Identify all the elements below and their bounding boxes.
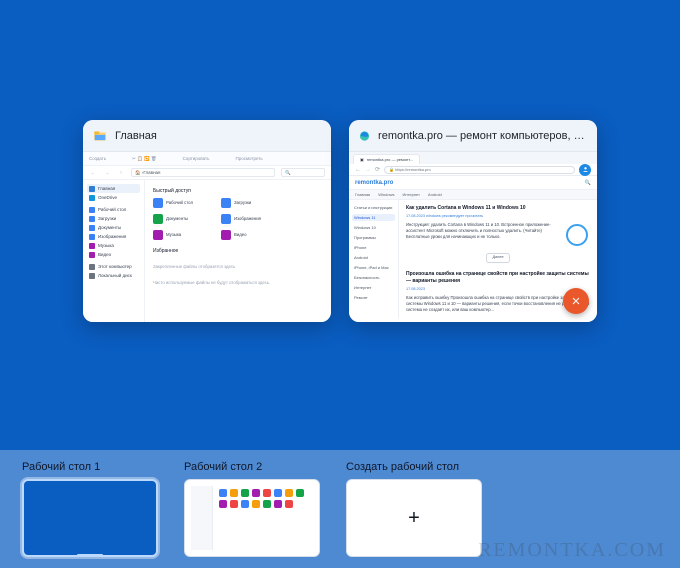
profile-icon[interactable] [579, 164, 591, 176]
toolbar-sort[interactable]: Сортировать [183, 156, 210, 161]
toolbar-new[interactable]: Создать [89, 156, 106, 161]
sidebar-item[interactable]: Этот компьютер [87, 262, 140, 271]
site-nav: Главная Windows Интернет Android [349, 190, 597, 200]
vd-thumbnail-new[interactable]: + [346, 479, 482, 557]
search-icon[interactable]: 🔍 [585, 180, 591, 186]
site-side-item[interactable]: Безопасность [352, 274, 395, 281]
window-titlebar: Главная [83, 120, 331, 152]
nav-fwd-icon[interactable]: → [103, 169, 111, 177]
address-bar[interactable]: 🏠 › Главная [131, 168, 275, 177]
recent-hint: Часто используемые файлы не будут отобра… [153, 280, 323, 286]
edge-icon [359, 129, 370, 143]
site-side-item[interactable]: iPhone, iPad и Mac [352, 264, 395, 271]
nav-link[interactable]: Главная [355, 192, 370, 197]
file-explorer-icon [93, 129, 107, 143]
task-view-windows: Главная Создать ✂ 📋 🔁 🗑 Сортировать Прос… [0, 120, 680, 322]
vd-label: Рабочий стол 1 [22, 461, 158, 473]
sidebar-item[interactable]: Рабочий стол [87, 205, 140, 214]
nav-link[interactable]: Android [428, 192, 442, 197]
close-window-button[interactable] [563, 288, 589, 314]
nav-up-icon[interactable]: ↑ [117, 169, 125, 177]
folder-item[interactable]: Загрузки [221, 198, 279, 208]
folder-item[interactable]: Музыка [153, 230, 211, 240]
explorer-sidebar: Главная OneDrive Рабочий стол Загрузки Д… [83, 180, 145, 322]
window-titlebar: remontka.pro — ремонт компьютеров, Andro… [349, 120, 597, 152]
article-meta: 17.08.2023 windows рекомендует прочитать [406, 214, 590, 219]
browser-tabstrip: ▣remontka.pro — ремонт... [349, 152, 597, 164]
virtual-desktop-1[interactable]: Рабочий стол 1 [22, 461, 158, 557]
nav-back-icon[interactable]: ← [355, 167, 361, 173]
vd-label: Рабочий стол 2 [184, 461, 320, 473]
folder-item[interactable]: Видео [221, 230, 279, 240]
nav-back-icon[interactable]: ← [89, 169, 97, 177]
article-body: Инструкция: удалить Cortana в Windows 11… [406, 222, 590, 240]
site-side-item[interactable]: Windows 11 [352, 214, 395, 221]
virtual-desktops-strip: Рабочий стол 1 Рабочий стол 2 Создать ра… [0, 450, 680, 568]
sidebar-item[interactable]: OneDrive [87, 193, 140, 202]
explorer-toolbar: Создать ✂ 📋 🔁 🗑 Сортировать Просмотреть [83, 152, 331, 166]
virtual-desktop-2[interactable]: Рабочий стол 2 [184, 461, 320, 557]
sidebar-item[interactable]: Локальный диск [87, 271, 140, 280]
article-title[interactable]: Как удалить Cortana в Windows 11 и Windo… [406, 205, 590, 212]
favorites-hint: Закрепленные файлы отобразятся здесь [153, 264, 323, 270]
site-side-item[interactable]: Интернет [352, 284, 395, 291]
window-thumb-explorer[interactable]: Главная Создать ✂ 📋 🔁 🗑 Сортировать Прос… [83, 120, 331, 322]
vd-thumbnail[interactable] [184, 479, 320, 557]
site-side-item[interactable]: Android [352, 254, 395, 261]
sidebar-item[interactable]: Загрузки [87, 214, 140, 223]
browser-tab[interactable]: ▣remontka.pro — ремонт... [353, 154, 420, 164]
vd-label: Создать рабочий стол [346, 461, 482, 473]
nav-link[interactable]: Windows [378, 192, 394, 197]
folder-item[interactable]: Рабочий стол [153, 198, 211, 208]
sidebar-item[interactable]: Документы [87, 223, 140, 232]
site-side-item[interactable]: Ремонт [352, 294, 395, 301]
address-field[interactable]: 🔒 https://remontka.pro [384, 166, 575, 174]
section-favorites: Избранное [153, 248, 323, 254]
section-quick-access: Быстрый доступ [153, 188, 323, 194]
nav-link[interactable]: Интернет [402, 192, 419, 197]
site-sidebar: Статьи и инструкции Windows 11 Windows 1… [349, 200, 399, 318]
site-header: remontka.pro 🔍 [349, 176, 597, 190]
site-side-item[interactable]: iPhone [352, 244, 395, 251]
site-side-item[interactable]: Windows 10 [352, 224, 395, 231]
site-side-item[interactable]: Программы [352, 234, 395, 241]
new-virtual-desktop[interactable]: Создать рабочий стол + [346, 461, 482, 557]
search-field[interactable]: 🔍 [281, 168, 325, 177]
site-logo[interactable]: remontka.pro [355, 180, 393, 186]
explorer-body: Создать ✂ 📋 🔁 🗑 Сортировать Просмотреть … [83, 152, 331, 322]
article-meta: 17.08.2023 [406, 287, 590, 292]
sidebar-item[interactable]: Изображения [87, 232, 140, 241]
explorer-main: Быстрый доступ Рабочий стол Загрузки Док… [145, 180, 331, 322]
folder-item[interactable]: Документы [153, 214, 211, 224]
edge-body: ▣remontka.pro — ремонт... ← → ⟳ 🔒 https:… [349, 152, 597, 322]
browser-toolbar: ← → ⟳ 🔒 https://remontka.pro [349, 164, 597, 176]
vd-thumbnail[interactable] [22, 479, 158, 557]
nav-fwd-icon[interactable]: → [365, 167, 371, 173]
toolbar-view[interactable]: Просмотреть [235, 156, 262, 161]
article-title[interactable]: Произошла ошибка на странице свойств при… [406, 271, 590, 285]
sidebar-item[interactable]: Видео [87, 250, 140, 259]
window-thumb-edge[interactable]: remontka.pro — ремонт компьютеров, Andro… [349, 120, 597, 322]
explorer-navbar: ← → ↑ 🏠 › Главная 🔍 [83, 166, 331, 180]
window-title: Главная [115, 130, 157, 142]
reload-icon[interactable]: ⟳ [375, 166, 380, 173]
plus-icon: + [408, 507, 420, 530]
site-side-item[interactable]: Статьи и инструкции [352, 204, 395, 211]
cortana-icon [566, 224, 588, 246]
sidebar-item[interactable]: Музыка [87, 241, 140, 250]
read-more-button[interactable]: Далее [486, 253, 509, 262]
watermark: REMONTKA.COM [478, 539, 666, 562]
close-icon [570, 295, 582, 307]
sidebar-item-home[interactable]: Главная [87, 184, 140, 193]
folder-item[interactable]: Изображения [221, 214, 279, 224]
window-title: remontka.pro — ремонт компьютеров, Andro… [378, 130, 587, 142]
